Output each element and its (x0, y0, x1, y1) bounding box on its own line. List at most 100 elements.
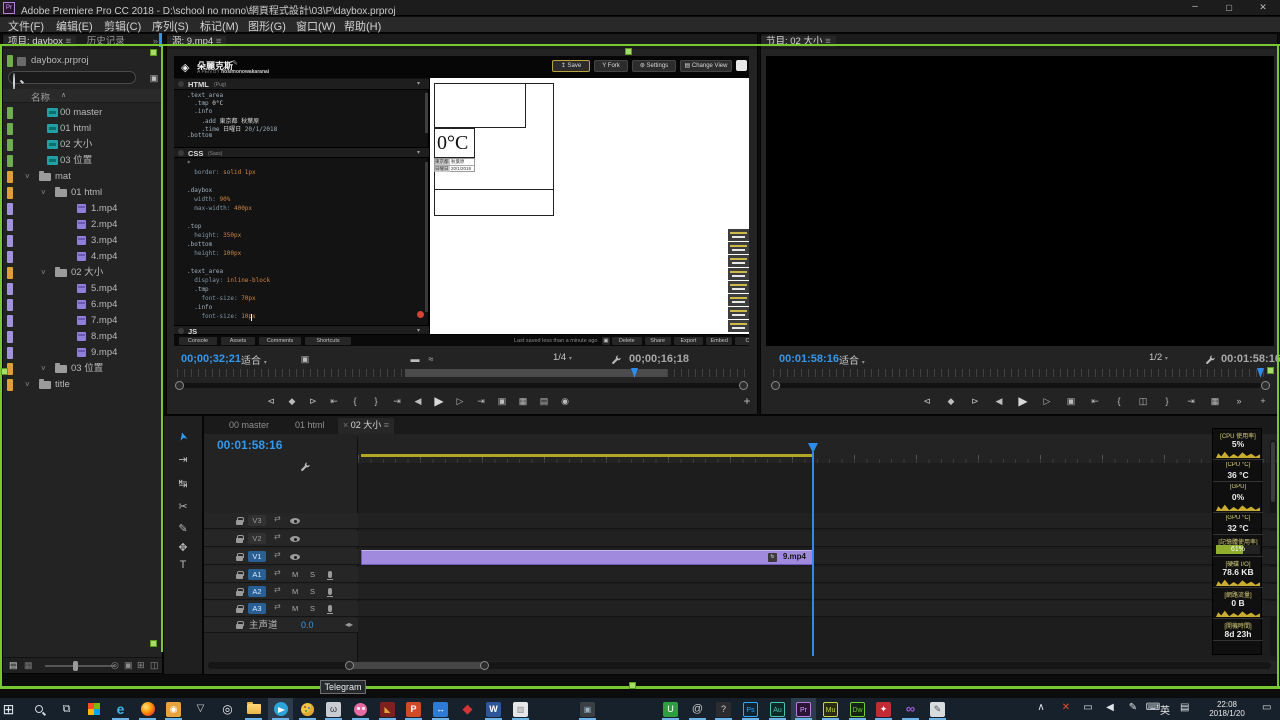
photoshop-app[interactable]: Ps (738, 698, 763, 720)
codepen-settings-button[interactable]: ⊛ Settings (632, 60, 676, 72)
go-to-previous-marker-button[interactable]: ⊲ (263, 394, 279, 408)
green-app[interactable]: U (658, 698, 683, 720)
zoombar-right-handle[interactable] (739, 381, 748, 390)
adobe-cc-app[interactable]: ✦ (871, 698, 896, 720)
collapse-css-icon[interactable]: ▾ (417, 149, 420, 156)
menu-item-7[interactable]: 窗口(W) (296, 18, 336, 34)
project-item-row[interactable]: 02 大小 (3, 137, 162, 153)
export-frame-button[interactable]: ▤ (536, 394, 552, 408)
html-code[interactable]: .text_area .tmp 0°C .info .add 東京都 秋葉原 .… (187, 92, 421, 146)
sync-lock-icon[interactable]: ⇄ (274, 585, 281, 594)
muse-app[interactable]: Mu (818, 698, 843, 720)
codepen-save-button[interactable]: ↥ Save (552, 60, 590, 72)
selection-overlay-handle[interactable] (1267, 367, 1274, 374)
tray-network-icon[interactable]: ▭ (1080, 702, 1096, 713)
solo-button[interactable]: S (310, 567, 315, 583)
ripple-edit-tool[interactable]: ↹ (175, 477, 191, 490)
footer-comments-button[interactable]: Comments (259, 337, 301, 345)
twirl-icon[interactable]: ˅ (25, 377, 30, 393)
track-visibility-eye-icon[interactable] (290, 554, 300, 560)
step-back-button[interactable]: ◀ (410, 394, 426, 408)
drag-video-icon[interactable]: ▬ (407, 352, 423, 366)
white-app[interactable]: ▥ (508, 698, 533, 720)
timeline-clip[interactable]: fx 9.mp4 (361, 550, 813, 565)
maximize-button[interactable]: ▢ (1214, 0, 1244, 16)
project-item-row[interactable]: 7.mp4 (3, 313, 162, 329)
voiceover-mic-icon[interactable] (327, 571, 333, 580)
search-button[interactable] (26, 698, 51, 720)
mark-out-button[interactable]: } (1159, 394, 1175, 408)
source-in-out-bar[interactable] (405, 369, 667, 377)
css-code[interactable]: * border: solid 1px .daybox width: 90% ma… (187, 160, 421, 324)
solo-button[interactable]: S (310, 584, 315, 600)
timeline-tab-2[interactable]: 01 html (290, 418, 330, 434)
menu-item-2[interactable]: 编辑(E) (56, 18, 93, 34)
insert-button[interactable]: ▣ (494, 394, 510, 408)
footer-embed-button[interactable]: Embed (706, 337, 733, 345)
vscroll-thumb[interactable] (1271, 442, 1275, 502)
project-item-row[interactable]: 3.mp4 (3, 233, 162, 249)
project-item-row[interactable]: 03 位置 (3, 153, 162, 169)
css-editor-header[interactable]: CSS (Sass) ▾ (174, 147, 429, 158)
zoombar-left-handle[interactable] (771, 381, 780, 390)
wrench-icon[interactable] (300, 460, 311, 478)
collapse-html-icon[interactable]: ▾ (417, 80, 420, 87)
firefox-browser[interactable] (135, 698, 160, 720)
edit-title-icon[interactable]: ✎ (232, 59, 238, 67)
hscroll-thumb[interactable] (349, 662, 484, 669)
program-fit-dropdown[interactable]: 适合 ▾ (839, 352, 865, 367)
new-item-icon[interactable]: ⊞ (137, 660, 145, 671)
step-forward-button[interactable]: ▷ (1039, 394, 1055, 408)
go-to-previous-marker-button[interactable]: ⊲ (919, 394, 935, 408)
project-item-row[interactable]: 4.mp4 (3, 249, 162, 265)
viewer-app[interactable]: ✎ (925, 698, 950, 720)
project-item-row[interactable]: ˅ title (3, 377, 162, 393)
mute-button[interactable]: M (292, 601, 298, 617)
razor-tool[interactable]: ✂ (175, 500, 191, 513)
project-item-row[interactable]: ˅ 01 html (3, 185, 162, 201)
tab-overflow-icon[interactable]: » (153, 34, 158, 49)
project-item-row[interactable]: ˅ 03 位置 (3, 361, 162, 377)
track-badge-a3[interactable]: A3 (248, 603, 266, 614)
dragon-app[interactable]: ◣ (375, 698, 400, 720)
sync-lock-icon[interactable]: ⇄ (274, 602, 281, 611)
tray-volume-icon[interactable]: ◀ (1102, 702, 1118, 713)
potplayer-app[interactable]: ◉ (161, 698, 186, 720)
master-track-options-icon[interactable]: ◂▸ (345, 620, 353, 629)
go-to-out-button[interactable]: ⇥ (1183, 394, 1199, 408)
project-root-row[interactable]: daybox.prproj (3, 54, 162, 69)
visual-studio-app[interactable]: ∞ (898, 698, 923, 720)
clear-icon[interactable]: ◫ (150, 660, 159, 671)
export-frame-button[interactable]: ▣ (1063, 394, 1079, 408)
track-select-forward-tool[interactable]: ⇥ (175, 453, 191, 466)
obs-app[interactable]: ◎ (215, 698, 240, 720)
css-scrollbar[interactable] (425, 162, 428, 312)
find-icon[interactable]: ◎ (111, 660, 119, 671)
project-item-row[interactable]: 01 html (3, 121, 162, 137)
project-item-row[interactable]: 1.mp4 (3, 201, 162, 217)
work-area-bar[interactable] (361, 454, 813, 457)
avatar[interactable] (736, 60, 747, 71)
track-badge-v2[interactable]: V2 (248, 533, 266, 544)
sync-lock-icon[interactable]: ⇄ (274, 514, 281, 523)
store-app[interactable] (81, 698, 106, 720)
program-timecode[interactable]: 00:01:58:16 (779, 353, 839, 365)
selection-overlay-handle[interactable] (625, 48, 632, 55)
mark-in-button[interactable]: { (1111, 394, 1127, 408)
voiceover-mic-icon[interactable] (327, 588, 333, 597)
footer-assets-button[interactable]: Assets (221, 337, 255, 345)
menu-item-6[interactable]: 图形(G) (248, 18, 286, 34)
twirl-icon[interactable]: ˅ (41, 185, 46, 201)
lock-icon[interactable] (236, 535, 244, 543)
footer-icon-button[interactable]: ▣ (602, 337, 610, 345)
new-bin-icon[interactable]: ▣ (124, 660, 133, 671)
add-marker-button[interactable]: ◆ (943, 394, 959, 408)
add-marker-button[interactable]: ◆ (284, 394, 300, 408)
timeline-vscrollbar[interactable] (1270, 440, 1276, 656)
footer-console-button[interactable]: Console (179, 337, 217, 345)
dark-app[interactable]: ? (711, 698, 736, 720)
audition-app[interactable]: Au (765, 698, 790, 720)
selection-tool[interactable]: ➤ (175, 427, 192, 446)
project-item-row[interactable]: ˅ mat (3, 169, 162, 185)
codepen-fork-button[interactable]: Y Fork (594, 60, 628, 72)
